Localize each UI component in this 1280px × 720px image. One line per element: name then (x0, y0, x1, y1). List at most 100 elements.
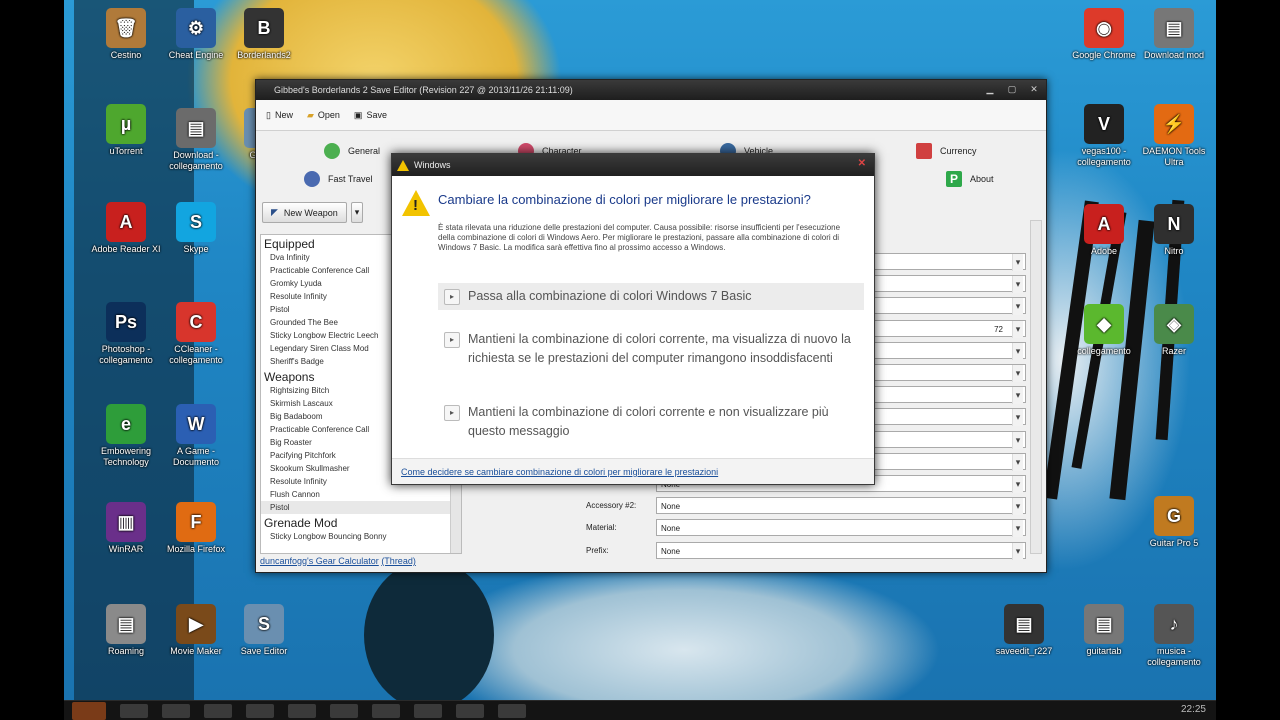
start-button[interactable] (72, 701, 106, 720)
app-icon: ♪ (1154, 604, 1194, 644)
desktop-icon[interactable]: ▤ saveedit_r227 (989, 604, 1059, 657)
desktop-icon[interactable]: WA Game - Documento (161, 404, 231, 468)
desktop-icon[interactable]: e Embowering Technology (91, 404, 161, 468)
taskbar-button[interactable] (288, 703, 316, 718)
taskbar-button[interactable] (330, 703, 358, 718)
window-title: Gibbed's Borderlands 2 Save Editor (Revi… (274, 85, 573, 95)
app-icon: ▤ (106, 604, 146, 644)
desktop-icon[interactable]: µ uTorrent (91, 104, 161, 157)
dialog-close-icon[interactable]: ✕ (858, 158, 866, 169)
desktop-icon-label: Razer (1161, 346, 1186, 356)
desktop-icon[interactable]: G Guitar Pro 5 (1139, 496, 1209, 549)
new-weapon-dropdown[interactable]: ▾ (350, 202, 364, 223)
tab-about[interactable]: P About (946, 166, 994, 192)
desktop-icon[interactable]: ▤ Download - collegamento (161, 108, 231, 172)
app-icon: A (1084, 204, 1124, 244)
desktop-icon[interactable]: 🗑 Cestino (91, 8, 161, 61)
desktop-icon[interactable]: ▤ Download mod (1139, 8, 1209, 61)
property-dropdown[interactable]: None (656, 497, 1026, 516)
desktop-icon-label: Embowering Technology (100, 446, 152, 467)
app-icon: A (106, 202, 146, 242)
app-icon: ▤ (1084, 604, 1124, 644)
desktop-icon[interactable]: Ps Photoshop - collegamento (91, 302, 161, 366)
currency-icon (916, 143, 932, 159)
thread-link[interactable]: (Thread) (381, 556, 416, 566)
tab-general[interactable]: General (324, 138, 380, 164)
gear-calculator-link[interactable]: duncanfogg's Gear Calculator (260, 556, 379, 566)
taskbar-button[interactable] (498, 703, 526, 718)
app-icon: N (1154, 204, 1194, 244)
desktop-icon-label: musica - collegamento (1147, 646, 1201, 667)
list-item[interactable]: Sticky Longbow Bouncing Bonny (261, 530, 461, 543)
arrow-right-icon: ▸ (444, 332, 460, 348)
app-icon: Ps (106, 302, 146, 342)
desktop-icon[interactable]: ▤ Roaming (91, 604, 161, 657)
property-dropdown[interactable]: None (656, 541, 1026, 560)
taskbar-button[interactable] (414, 703, 442, 718)
property-label: Material: (586, 523, 617, 533)
desktop-icon[interactable]: C CCleaner - collegamento (161, 302, 231, 366)
taskbar-button[interactable] (120, 703, 148, 718)
tab-currency[interactable]: Currency (916, 138, 977, 164)
desktop-icon[interactable]: ▥ WinRAR (91, 502, 161, 555)
app-icon: ▤ (1154, 8, 1194, 48)
option-keep-dont-ask[interactable]: ▸ Mantieni la combinazione di colori corr… (438, 399, 864, 445)
property-dropdown[interactable]: None (656, 519, 1026, 538)
window-titlebar[interactable]: Gibbed's Borderlands 2 Save Editor (Revi… (256, 80, 1046, 100)
list-item[interactable]: Flush Cannon (261, 488, 461, 501)
desktop-icon[interactable]: Vvegas100 - collegamento (1069, 104, 1139, 168)
desktop-icon-label: DAEMON Tools Ultra (1142, 146, 1206, 167)
desktop-icon[interactable]: ◈ Razer (1139, 304, 1209, 357)
desktop-icon[interactable]: ⚙ Cheat Engine (161, 8, 231, 61)
new-button[interactable]: ▯ New (266, 110, 293, 121)
desktop-icon[interactable]: ◉ Google Chrome (1069, 8, 1139, 61)
save-button[interactable]: ▣ Save (354, 110, 387, 121)
taskbar-button[interactable] (162, 703, 190, 718)
maximize-icon[interactable]: ▢ (1006, 83, 1018, 95)
app-icon: ▤ (176, 108, 216, 148)
close-icon[interactable]: ✕ (1028, 83, 1040, 95)
general-icon (324, 143, 340, 159)
option-keep-ask-again[interactable]: ▸ Mantieni la combinazione di colori corr… (438, 326, 864, 372)
property-scrollbar[interactable] (1030, 220, 1042, 554)
desktop-icon-label: vegas100 - collegamento (1077, 146, 1131, 167)
help-link[interactable]: Come decidere se cambiare combinazione d… (401, 467, 718, 477)
desktop-icon[interactable]: A Adobe Reader XI (91, 202, 161, 255)
list-item[interactable]: Pistol (261, 501, 461, 514)
tab-fast-travel[interactable]: Fast Travel (304, 166, 373, 192)
dialog-footer: Come decidere se cambiare combinazione d… (392, 458, 874, 484)
desktop-icon-label: Download mod (1143, 50, 1205, 60)
app-icon: ◆ (1084, 304, 1124, 344)
desktop-icon[interactable]: B Borderlands2 (229, 8, 299, 61)
dialog-titlebar[interactable]: Windows ✕ (392, 154, 874, 176)
desktop-icon-label: Roaming (107, 646, 145, 656)
desktop-icon[interactable]: ◆ collegamento (1069, 304, 1139, 357)
desktop-icon-label: Borderlands2 (237, 50, 291, 60)
desktop-icon[interactable]: A Adobe (1069, 204, 1139, 257)
desktop-icon[interactable]: S Skype (161, 202, 231, 255)
color-scheme-dialog: Windows ✕ Cambiare la combinazione di co… (391, 153, 875, 485)
taskbar-button[interactable] (372, 703, 400, 718)
open-button[interactable]: ▰ Open (307, 110, 340, 121)
minimize-icon[interactable]: ▁ (984, 83, 996, 95)
warning-icon (402, 190, 430, 216)
desktop-icon[interactable]: ▤ guitartab (1069, 604, 1139, 657)
desktop-icon[interactable]: F Mozilla Firefox (161, 502, 231, 555)
desktop-icon[interactable]: S Save Editor (229, 604, 299, 657)
desktop-icon[interactable]: ▶ Movie Maker (161, 604, 231, 657)
app-icon: S (176, 202, 216, 242)
desktop-icon-label: Save Editor (240, 646, 288, 656)
desktop-icon[interactable]: ♪ musica - collegamento (1139, 604, 1209, 668)
option-switch-basic[interactable]: ▸ Passa alla combinazione di colori Windo… (438, 283, 864, 310)
desktop-icon[interactable]: N Nitro (1139, 204, 1209, 257)
footer: duncanfogg's Gear Calculator (Thread) (260, 556, 416, 566)
arrow-right-icon: ▸ (444, 405, 460, 421)
taskbar-button[interactable] (456, 703, 484, 718)
desktop-icon-label: collegamento (1077, 346, 1131, 356)
folder-icon: ▰ (306, 109, 314, 120)
taskbar-button[interactable] (246, 703, 274, 718)
app-icon: ⚙ (176, 8, 216, 48)
new-weapon-button[interactable]: ◤ New Weapon (262, 202, 347, 223)
desktop-icon[interactable]: ⚡ DAEMON Tools Ultra (1139, 104, 1209, 168)
taskbar-button[interactable] (204, 703, 232, 718)
